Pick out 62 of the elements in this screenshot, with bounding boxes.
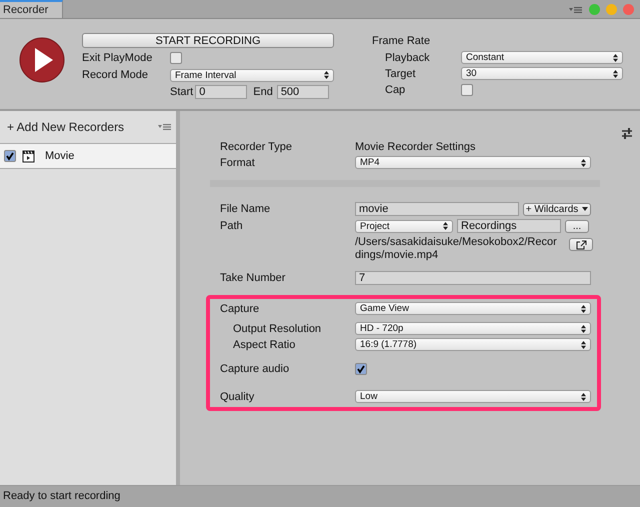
updown-arrow-icon — [581, 158, 586, 166]
updown-arrow-icon — [581, 392, 586, 400]
field-label: Path — [220, 220, 244, 232]
open-folder-button[interactable] — [569, 238, 593, 251]
field-label: Target — [384, 68, 417, 80]
field-label: Format — [220, 156, 256, 168]
dropdown[interactable]: Project — [355, 220, 453, 232]
updown-arrow-icon — [613, 54, 618, 62]
menu-icon[interactable] — [569, 6, 583, 14]
dropdown[interactable]: 30 — [461, 67, 623, 80]
dropdown[interactable]: Game View — [355, 302, 591, 315]
checkbox[interactable] — [355, 362, 367, 374]
updown-arrow-icon — [324, 71, 329, 79]
field-label: Start — [170, 86, 194, 98]
start-recording-button[interactable]: START RECORDING — [82, 33, 334, 48]
field-label: Aspect Ratio — [232, 338, 296, 350]
updown-arrow-icon — [581, 340, 586, 348]
add-recorder-button[interactable]: + Add New Recorders — [7, 120, 124, 134]
field-label: Capture audio — [220, 362, 290, 374]
updown-arrow-icon — [613, 70, 618, 78]
wildcards-button[interactable]: + Wildcards — [523, 202, 591, 216]
field-label: Output Resolution — [232, 322, 322, 334]
sliders-icon[interactable] — [622, 128, 632, 139]
clapperboard-icon — [22, 150, 35, 162]
path-text: /Users/sasakidaisuke/Mesokobox2/Recordings/movie.mp4 — [355, 236, 558, 262]
field-label: Capture — [220, 302, 260, 314]
dropdown[interactable]: HD - 720p — [355, 322, 591, 335]
updown-arrow-icon — [443, 222, 448, 230]
updown-arrow-icon — [581, 304, 586, 312]
field-label: Cap — [384, 84, 406, 96]
input-field[interactable]: 7 — [355, 271, 591, 285]
dropdown[interactable]: Low — [355, 390, 591, 403]
field-label: Playback — [384, 52, 431, 64]
input-field[interactable]: 0 — [195, 85, 248, 99]
input-field[interactable]: Recordings — [457, 219, 561, 233]
checkbox[interactable] — [461, 84, 473, 96]
record-play-icon[interactable] — [19, 37, 65, 83]
dropdown[interactable]: MP4 — [355, 156, 591, 169]
dropdown[interactable]: Frame Interval — [170, 68, 334, 82]
field-label: End — [253, 86, 273, 98]
menu-icon[interactable] — [158, 123, 172, 131]
caret-icon — [582, 207, 588, 211]
checkbox[interactable] — [170, 52, 182, 64]
dropdown[interactable]: Constant — [461, 51, 623, 64]
browse-button[interactable]: ... — [565, 220, 589, 232]
field-label: File Name — [220, 203, 272, 215]
input-field[interactable]: movie — [355, 202, 519, 216]
input-field[interactable]: 500 — [276, 85, 329, 99]
field-label: Record Mode — [82, 69, 150, 81]
field-label: Exit PlayMode — [82, 52, 154, 64]
recorder-type-value: Movie Recorder Settings — [355, 140, 476, 152]
status-text: Ready to start recording — [0, 485, 640, 507]
field-label: Recorder Type — [220, 140, 293, 152]
field-label: Quality — [220, 390, 256, 402]
external-link-icon — [576, 240, 586, 250]
section-title: Frame Rate — [372, 35, 432, 48]
updown-arrow-icon — [581, 324, 586, 332]
dropdown[interactable]: 16:9 (1.7778) — [355, 338, 591, 351]
recorder-list-item[interactable]: Movie — [0, 144, 176, 169]
field-label: Take Number — [220, 272, 286, 284]
checkbox[interactable] — [4, 150, 16, 162]
window-tab[interactable]: Recorder — [0, 0, 64, 18]
